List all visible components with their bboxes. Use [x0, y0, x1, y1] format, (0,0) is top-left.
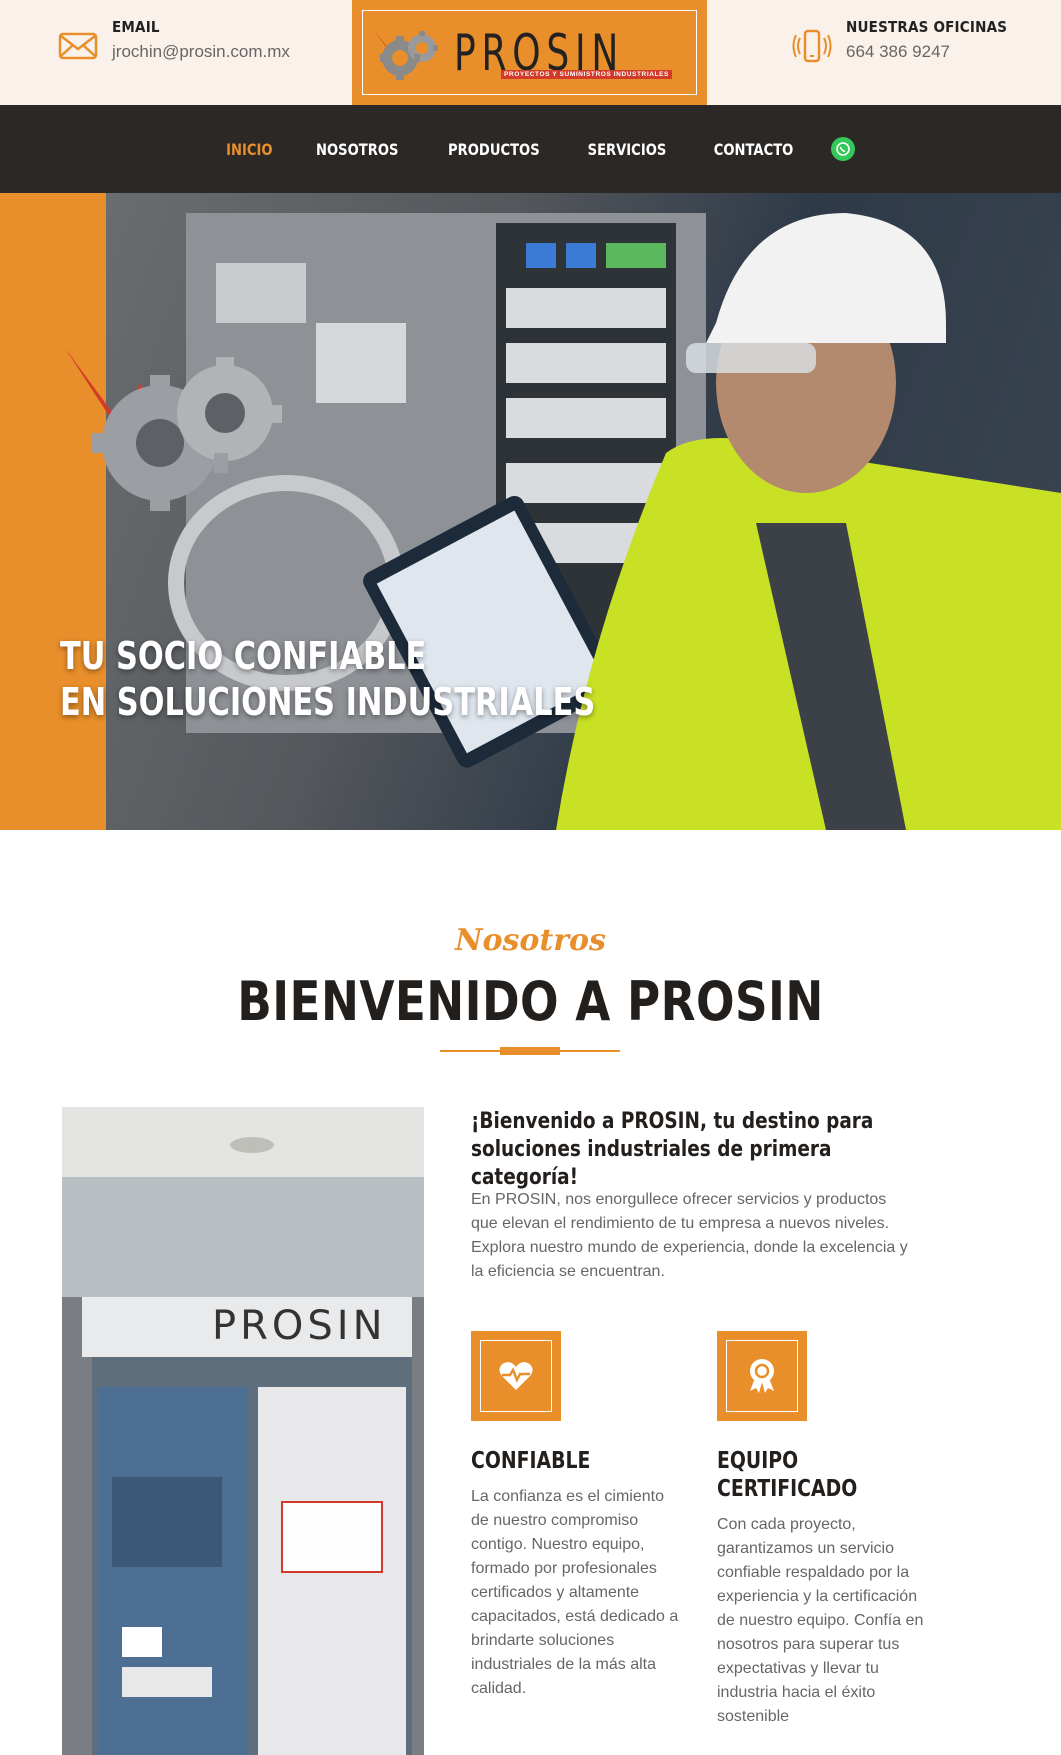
nav-item-nosotros[interactable]: NOSOTROS: [316, 140, 398, 159]
nav-item-contacto[interactable]: CONTACTO: [714, 140, 794, 159]
whatsapp-icon[interactable]: [831, 137, 856, 161]
heart-pulse-icon: [499, 1362, 533, 1390]
main-nav: INICIO NOSOTROS PRODUCTOS SERVICIOS CONT…: [0, 105, 1061, 193]
feature-equipo-certificado: EQUIPO CERTIFICADO Con cada proyecto, ga…: [717, 1331, 927, 1729]
email-label: EMAIL: [112, 18, 160, 36]
feature-title: EQUIPO CERTIFICADO: [717, 1448, 858, 1502]
feature-text: La confianza es el cimiento de nuestro c…: [471, 1488, 679, 1697]
hero-gears-logo-icon: [65, 348, 282, 511]
hero-banner: TU SOCIO CONFIABLE EN SOLUCIONES INDUSTR…: [0, 193, 1061, 830]
hero-line-1: TU SOCIO CONFIABLE: [60, 634, 427, 678]
office-phone[interactable]: 664 386 9247: [846, 42, 1007, 62]
section-title: BIENVENIDO A PROSIN: [237, 970, 824, 1033]
email-value[interactable]: jrochin@prosin.com.mx: [112, 42, 290, 62]
award-ribbon-icon: [750, 1359, 774, 1393]
title-divider-accent: [500, 1047, 560, 1055]
logo[interactable]: PROSIN PROYECTOS Y SUMINISTROS INDUSTRIA…: [352, 0, 707, 105]
feature-icon-box: [471, 1331, 561, 1421]
intro-paragraph: En PROSIN, nos enorgullece ofrecer servi…: [471, 1191, 908, 1280]
office-contact[interactable]: NUESTRAS OFICINAS 664 386 9247: [792, 18, 1007, 66]
envelope-icon: [58, 32, 98, 60]
hero-headline: TU SOCIO CONFIABLE EN SOLUCIONES INDUSTR…: [60, 633, 595, 725]
svg-text:PROSIN: PROSIN: [212, 1303, 387, 1349]
feature-confiable: CONFIABLE La confianza es el cimiento de…: [471, 1331, 681, 1701]
nav-item-productos[interactable]: PRODUCTOS: [448, 140, 540, 159]
top-bar: EMAIL jrochin@prosin.com.mx PROSIN PROYE…: [0, 0, 1061, 105]
phone-vibrate-icon: [792, 29, 832, 63]
feature-icon-box: [717, 1331, 807, 1421]
feature-text: Con cada proyecto, garantizamos un servi…: [717, 1516, 924, 1725]
hero-line-2: EN SOLUCIONES INDUSTRIALES: [60, 680, 596, 724]
office-label: NUESTRAS OFICINAS: [846, 18, 1008, 36]
email-contact[interactable]: EMAIL jrochin@prosin.com.mx: [58, 18, 290, 66]
intro-heading: ¡Bienvenido a PROSIN, tu destino para so…: [471, 1109, 874, 1190]
section-kicker: Nosotros: [455, 923, 606, 958]
storefront-photo: PROSIN: [62, 1107, 424, 1755]
nav-item-inicio[interactable]: INICIO: [226, 140, 272, 159]
logo-subtitle: PROYECTOS Y SUMINISTROS INDUSTRIALES: [501, 70, 672, 79]
nav-item-servicios[interactable]: SERVICIOS: [588, 140, 667, 159]
feature-title: CONFIABLE: [471, 1448, 591, 1474]
gears-logo-icon: [372, 27, 439, 80]
